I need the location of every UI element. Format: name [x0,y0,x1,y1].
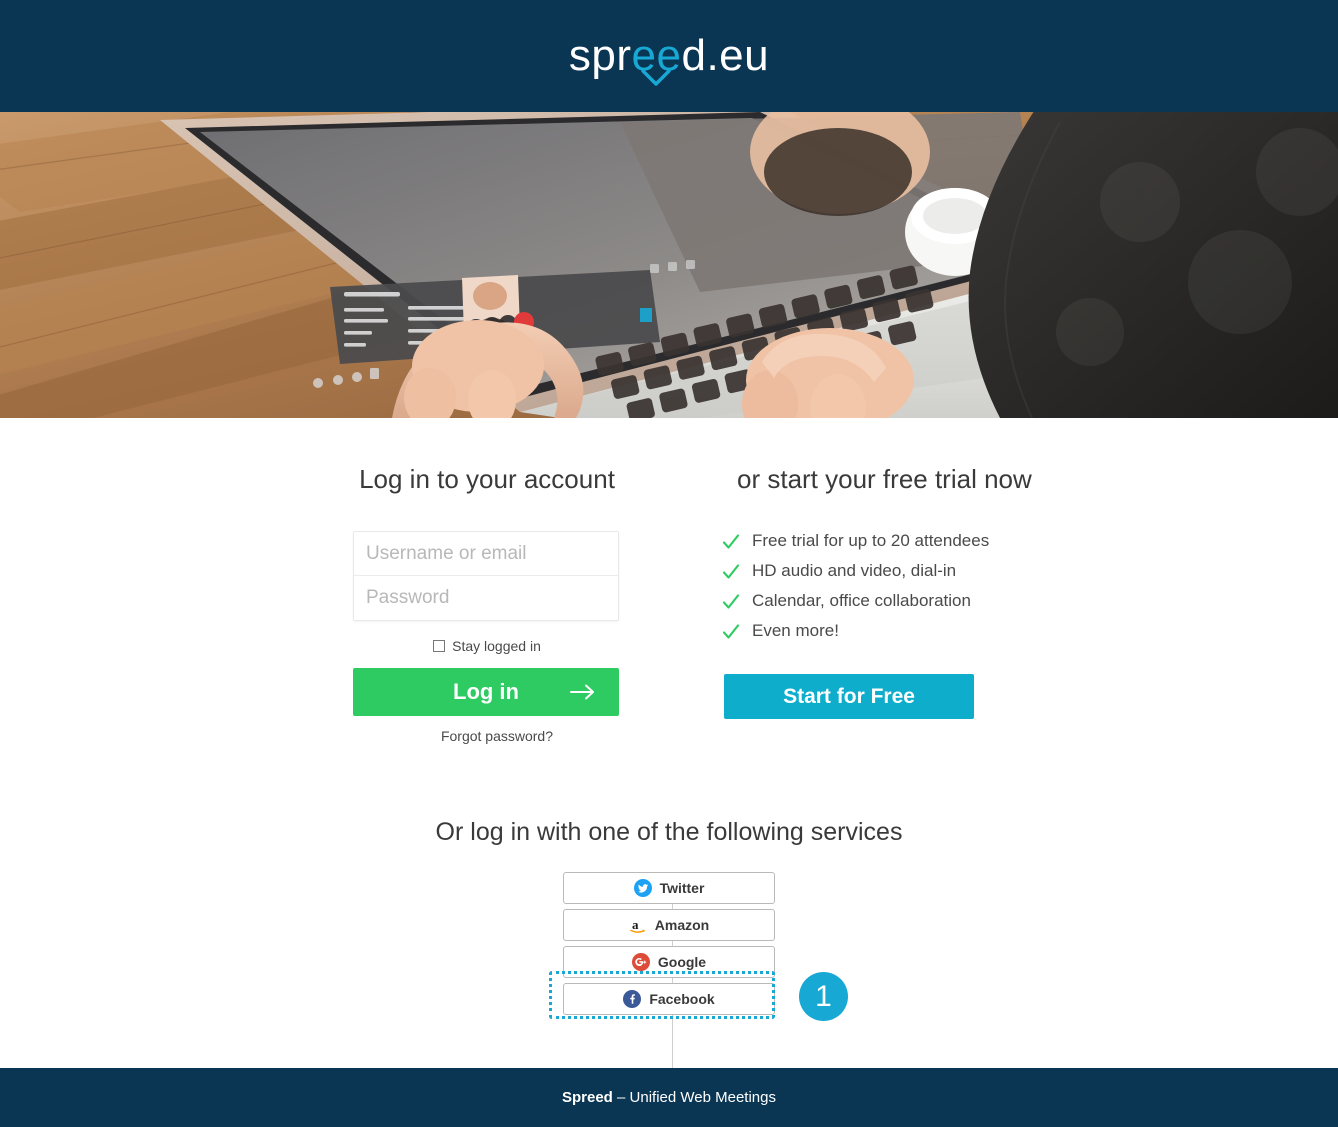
login-page: spr ee d.eu Log in to your account Usern… [0,0,1338,1127]
annotation-step-badge: 1 [799,972,848,1021]
check-icon [722,563,740,581]
benefits-list: Free trial for up to 20 attendees HD aud… [722,531,1052,641]
social-login-twitter[interactable]: Twitter [563,872,775,904]
hero-image [0,112,1338,418]
stay-logged-in-label: Stay logged in [452,638,541,654]
social-login-list: Twitter a Amazon Google Facebook 1 [0,872,1338,1021]
footer-brand: Spreed [561,1089,613,1106]
footer-text: Spreed – Unified Web Meetings [562,1089,776,1106]
annotation-step-number: 1 [815,979,832,1013]
social-login-amazon[interactable]: a Amazon [563,909,775,941]
list-item: HD audio and video, dial-in [722,561,1052,581]
username-input[interactable] [354,532,618,576]
logo-text-accent: ee [632,31,682,86]
logo-chevron-icon [641,69,672,87]
stay-logged-in-row[interactable]: Stay logged in [353,638,621,654]
spreed-logo[interactable]: spr ee d.eu [568,31,770,86]
credentials-group [353,531,619,621]
login-button-label: Log in [453,679,519,704]
social-login-heading: Or log in with one of the following serv… [435,818,903,846]
benefit-label: Calendar, office collaboration [752,591,971,610]
amazon-icon: a [629,916,647,934]
arrow-right-icon [570,683,596,701]
svg-text:a: a [632,917,639,932]
check-icon [722,593,740,611]
social-login-facebook[interactable]: Facebook [563,983,775,1015]
login-heading: Log in to your account [359,464,615,494]
main-content: Log in to your account Stay logged in Lo… [0,418,1338,1127]
twitter-icon [633,879,652,897]
login-button[interactable]: Log in [353,668,619,716]
facebook-icon [623,990,642,1008]
start-for-free-button[interactable]: Start for Free [724,674,974,719]
list-item: Even more! [722,621,1052,641]
social-login-label: Amazon [654,917,710,933]
social-login-google[interactable]: Google [563,946,775,978]
password-input[interactable] [354,576,618,620]
benefit-label: HD audio and video, dial-in [752,561,957,580]
footer-tagline: – Unified Web Meetings [617,1089,776,1106]
check-icon [722,533,740,551]
google-plus-icon [631,953,650,971]
forgot-password-link[interactable]: Forgot password? [353,728,621,744]
stay-logged-in-checkbox[interactable] [433,640,446,652]
list-item: Calendar, office collaboration [722,591,1052,611]
social-login-label: Facebook [649,991,715,1007]
logo-text-part1: spr [568,31,632,80]
trial-panel: or start your free trial now Free trial … [722,464,1052,719]
trial-heading: or start your free trial now [737,464,1032,494]
list-item: Free trial for up to 20 attendees [722,531,1052,551]
social-login-section: Or log in with one of the following serv… [0,818,1338,1021]
benefit-label: Free trial for up to 20 attendees [752,531,990,550]
check-icon [722,623,740,641]
logo-text-part3: d.eu [681,31,770,80]
login-panel: Log in to your account Stay logged in Lo… [353,464,621,744]
hero-illustration [0,112,1338,418]
social-login-label: Twitter [659,880,705,896]
facebook-row: Facebook 1 [549,971,848,1021]
start-for-free-label: Start for Free [783,684,915,708]
benefit-label: Even more! [752,621,839,640]
site-header: spr ee d.eu [0,0,1338,112]
social-login-label: Google [657,954,707,970]
site-footer: Spreed – Unified Web Meetings [0,1068,1338,1127]
